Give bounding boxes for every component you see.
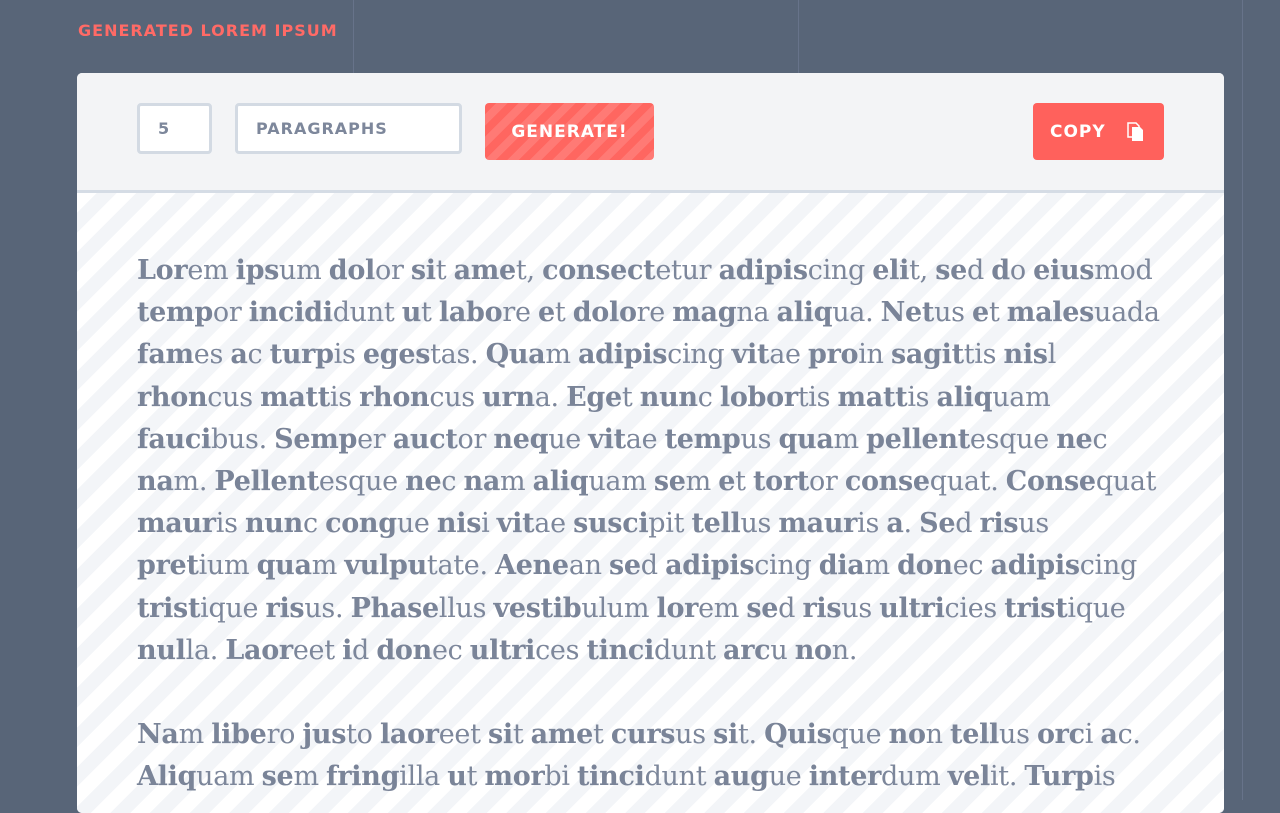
copy-button-label: COPY (1050, 121, 1106, 142)
count-input[interactable]: 5 (137, 103, 212, 154)
copy-button[interactable]: COPY (1033, 103, 1164, 160)
generated-paragraph: Nam libero justo laoreet sit amet cursus… (137, 719, 1141, 793)
unit-select[interactable]: PARAGRAPHS (235, 103, 462, 154)
page-title: GENERATED LOREM IPSUM (78, 21, 338, 40)
copy-icon (1127, 122, 1143, 141)
generate-button[interactable]: GENERATE! (485, 103, 654, 160)
generated-text-area: Lorem ipsum dolor sit amet, consectetur … (77, 193, 1224, 813)
toolbar: 5 PARAGRAPHS GENERATE! COPY (77, 73, 1224, 193)
background-divider (798, 0, 799, 73)
generator-card: 5 PARAGRAPHS GENERATE! COPY Lorem ipsum … (77, 73, 1224, 813)
background-divider (1242, 0, 1243, 800)
background-divider (353, 0, 354, 73)
generated-paragraph: Lorem ipsum dolor sit amet, consectetur … (137, 255, 1160, 666)
